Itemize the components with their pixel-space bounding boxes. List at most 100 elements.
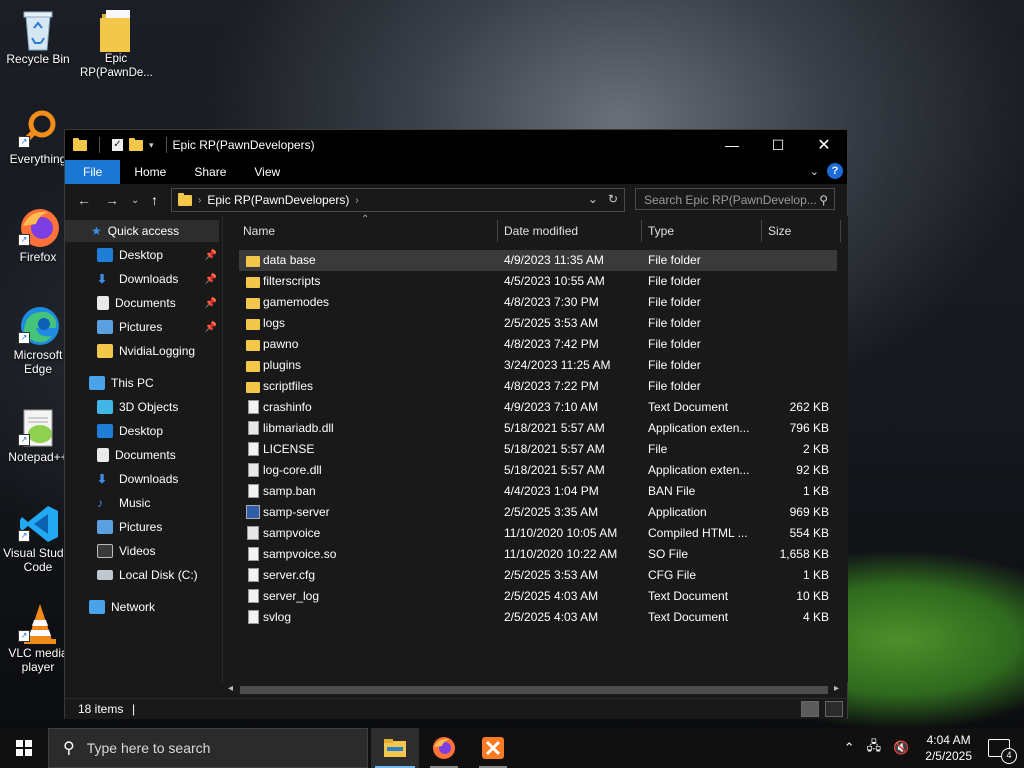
nav-item-downloads[interactable]: ⬇ Downloads 📌: [65, 268, 221, 290]
nav-item-pictures[interactable]: Pictures 📌: [65, 316, 221, 338]
vscode-icon: ↗: [18, 502, 58, 542]
document-icon: [248, 610, 259, 624]
shortcut-arrow-icon: ↗: [18, 530, 30, 542]
breadcrumb[interactable]: Epic RP(PawnDevelopers): [207, 193, 349, 207]
nav-item-3d-objects[interactable]: 3D Objects: [65, 396, 221, 418]
nav-item-downloads-pc[interactable]: ⬇ Downloads: [65, 468, 221, 490]
column-header-name[interactable]: Name: [243, 216, 275, 246]
taskbar-firefox[interactable]: [420, 728, 468, 768]
nav-item-local-disk[interactable]: Local Disk (C:): [65, 564, 221, 586]
search-input[interactable]: Search Epic RP(PawnDevelop... ⚲: [635, 188, 835, 210]
column-header-size[interactable]: Size: [768, 216, 791, 246]
large-icons-view-button[interactable]: [825, 701, 843, 717]
pin-icon[interactable]: 📌: [205, 322, 217, 333]
shortcut-arrow-icon: ↗: [18, 434, 30, 446]
forward-arrow-icon[interactable]: →: [105, 192, 119, 208]
column-divider[interactable]: [761, 220, 762, 242]
network-status-icon[interactable]: 🖧: [867, 737, 882, 759]
table-row[interactable]: LICENSE 5/18/2021 5:57 AM File 2 KB: [239, 439, 837, 460]
table-row[interactable]: server_log 2/5/2025 4:03 AM Text Document 1…: [239, 586, 837, 607]
file-date-modified: 11/10/2020 10:22 AM: [504, 547, 618, 561]
address-dropdown-icon[interactable]: ⌄: [588, 192, 598, 206]
xampp-icon: [482, 737, 504, 759]
details-view-button[interactable]: [801, 701, 819, 717]
start-button[interactable]: [0, 728, 48, 768]
table-row[interactable]: libmariadb.dll 5/18/2021 5:57 AM Applicati…: [239, 418, 837, 439]
title-bar[interactable]: ✓ ▾ Epic RP(PawnDevelopers) — ☐ ✕: [65, 130, 847, 160]
folder-icon: [73, 137, 87, 151]
refresh-icon[interactable]: ↻: [608, 192, 618, 206]
nav-item-documents[interactable]: Documents 📌: [65, 292, 221, 314]
column-header-type[interactable]: Type: [648, 216, 674, 246]
nav-item-this-pc[interactable]: This PC: [65, 372, 221, 394]
tab-file[interactable]: File: [65, 160, 121, 184]
table-row[interactable]: server.cfg 2/5/2025 3:53 AM CFG File 1 KB: [239, 565, 837, 586]
nav-item-nvidialogging[interactable]: NvidiaLogging: [65, 340, 221, 362]
show-hidden-icons-chevron-icon[interactable]: ⌃: [844, 740, 855, 756]
properties-icon[interactable]: ✓: [112, 139, 123, 151]
chevron-right-icon[interactable]: ›: [355, 195, 358, 206]
horizontal-scrollbar[interactable]: ◂ ▸: [222, 682, 847, 698]
minimize-button[interactable]: —: [709, 130, 755, 160]
column-header-date-modified[interactable]: Date modified: [504, 216, 578, 246]
table-row[interactable]: crashinfo 4/9/2023 7:10 AM Text Document 26…: [239, 397, 837, 418]
expand-ribbon-icon[interactable]: ⌄: [810, 165, 819, 178]
address-bar[interactable]: › Epic RP(PawnDevelopers) › ⌄ ↻: [171, 188, 625, 212]
table-row[interactable]: logs 2/5/2025 3:53 AM File folder: [239, 313, 837, 334]
firefox-icon: [433, 737, 455, 759]
table-row[interactable]: sampvoice 11/10/2020 10:05 AM Compiled HTM…: [239, 523, 837, 544]
file-name: samp-server: [263, 505, 330, 519]
table-row[interactable]: scriptfiles 4/8/2023 7:22 PM File folder: [239, 376, 837, 397]
tab-view[interactable]: View: [240, 160, 294, 184]
nav-item-quick-access[interactable]: ★ Quick access: [65, 220, 219, 242]
nav-item-network[interactable]: Network: [65, 596, 221, 618]
column-divider[interactable]: [497, 220, 498, 242]
folder-icon: [96, 8, 136, 52]
table-row[interactable]: samp.ban 4/4/2023 1:04 PM BAN File 1 KB: [239, 481, 837, 502]
table-row[interactable]: data base 4/9/2023 11:35 AM File folder: [239, 250, 837, 271]
close-button[interactable]: ✕: [801, 130, 847, 160]
taskbar-search-box[interactable]: ⚲ Type here to search: [48, 728, 368, 768]
film-icon: [97, 544, 113, 558]
new-folder-icon[interactable]: [129, 137, 143, 151]
table-row[interactable]: gamemodes 4/8/2023 7:30 PM File folder: [239, 292, 837, 313]
scrollbar-thumb[interactable]: [240, 686, 828, 694]
nav-item-videos[interactable]: Videos: [65, 540, 221, 562]
taskbar-file-explorer[interactable]: [371, 728, 419, 768]
back-arrow-icon[interactable]: ←: [77, 192, 91, 208]
table-row[interactable]: samp-server 2/5/2025 3:35 AM Application 96…: [239, 502, 837, 523]
pin-icon[interactable]: 📌: [205, 250, 217, 261]
nav-item-desktop[interactable]: Desktop 📌: [65, 244, 221, 266]
up-arrow-icon[interactable]: ↑: [151, 192, 158, 208]
table-row[interactable]: log-core.dll 5/18/2021 5:57 AM Application…: [239, 460, 837, 481]
help-icon[interactable]: ?: [827, 163, 843, 179]
chevron-down-icon[interactable]: ▾: [149, 140, 154, 151]
table-row[interactable]: sampvoice.so 11/10/2020 10:22 AM SO File 1,…: [239, 544, 837, 565]
volume-muted-icon[interactable]: 🔇: [893, 740, 909, 756]
tab-share[interactable]: Share: [180, 160, 240, 184]
table-row[interactable]: plugins 3/24/2023 11:25 AM File folder: [239, 355, 837, 376]
taskbar-xampp[interactable]: [469, 728, 517, 768]
clock[interactable]: 4:04 AM 2/5/2025: [925, 732, 972, 764]
column-divider[interactable]: [641, 220, 642, 242]
table-row[interactable]: pawno 4/8/2023 7:42 PM File folder: [239, 334, 837, 355]
table-row[interactable]: svlog 2/5/2025 4:03 AM Text Document 4 KB: [239, 607, 837, 628]
tab-home[interactable]: Home: [120, 160, 180, 184]
desktop-icon-recycle-bin[interactable]: Recycle Bin: [2, 8, 74, 66]
maximize-button[interactable]: ☐: [755, 130, 801, 160]
pin-icon[interactable]: 📌: [205, 274, 217, 285]
scroll-left-icon[interactable]: ◂: [228, 683, 233, 694]
notification-count-badge: 4: [1001, 748, 1017, 764]
file-size: 554 KB: [789, 526, 829, 540]
nav-item-music[interactable]: ♪ Music: [65, 492, 221, 514]
table-row[interactable]: filterscripts 4/5/2023 10:55 AM File folde…: [239, 271, 837, 292]
nav-item-pictures-pc[interactable]: Pictures: [65, 516, 221, 538]
desktop-icon-epic-rp[interactable]: Epic RP(PawnDe...: [80, 8, 152, 80]
pin-icon[interactable]: 📌: [205, 298, 217, 309]
column-divider[interactable]: [840, 220, 841, 242]
recent-locations-chevron-icon[interactable]: ⌄: [131, 195, 139, 206]
scroll-right-icon[interactable]: ▸: [834, 683, 839, 694]
nav-item-documents-pc[interactable]: Documents: [65, 444, 221, 466]
notification-center-icon[interactable]: 4: [988, 739, 1017, 764]
nav-item-desktop-pc[interactable]: Desktop: [65, 420, 221, 442]
